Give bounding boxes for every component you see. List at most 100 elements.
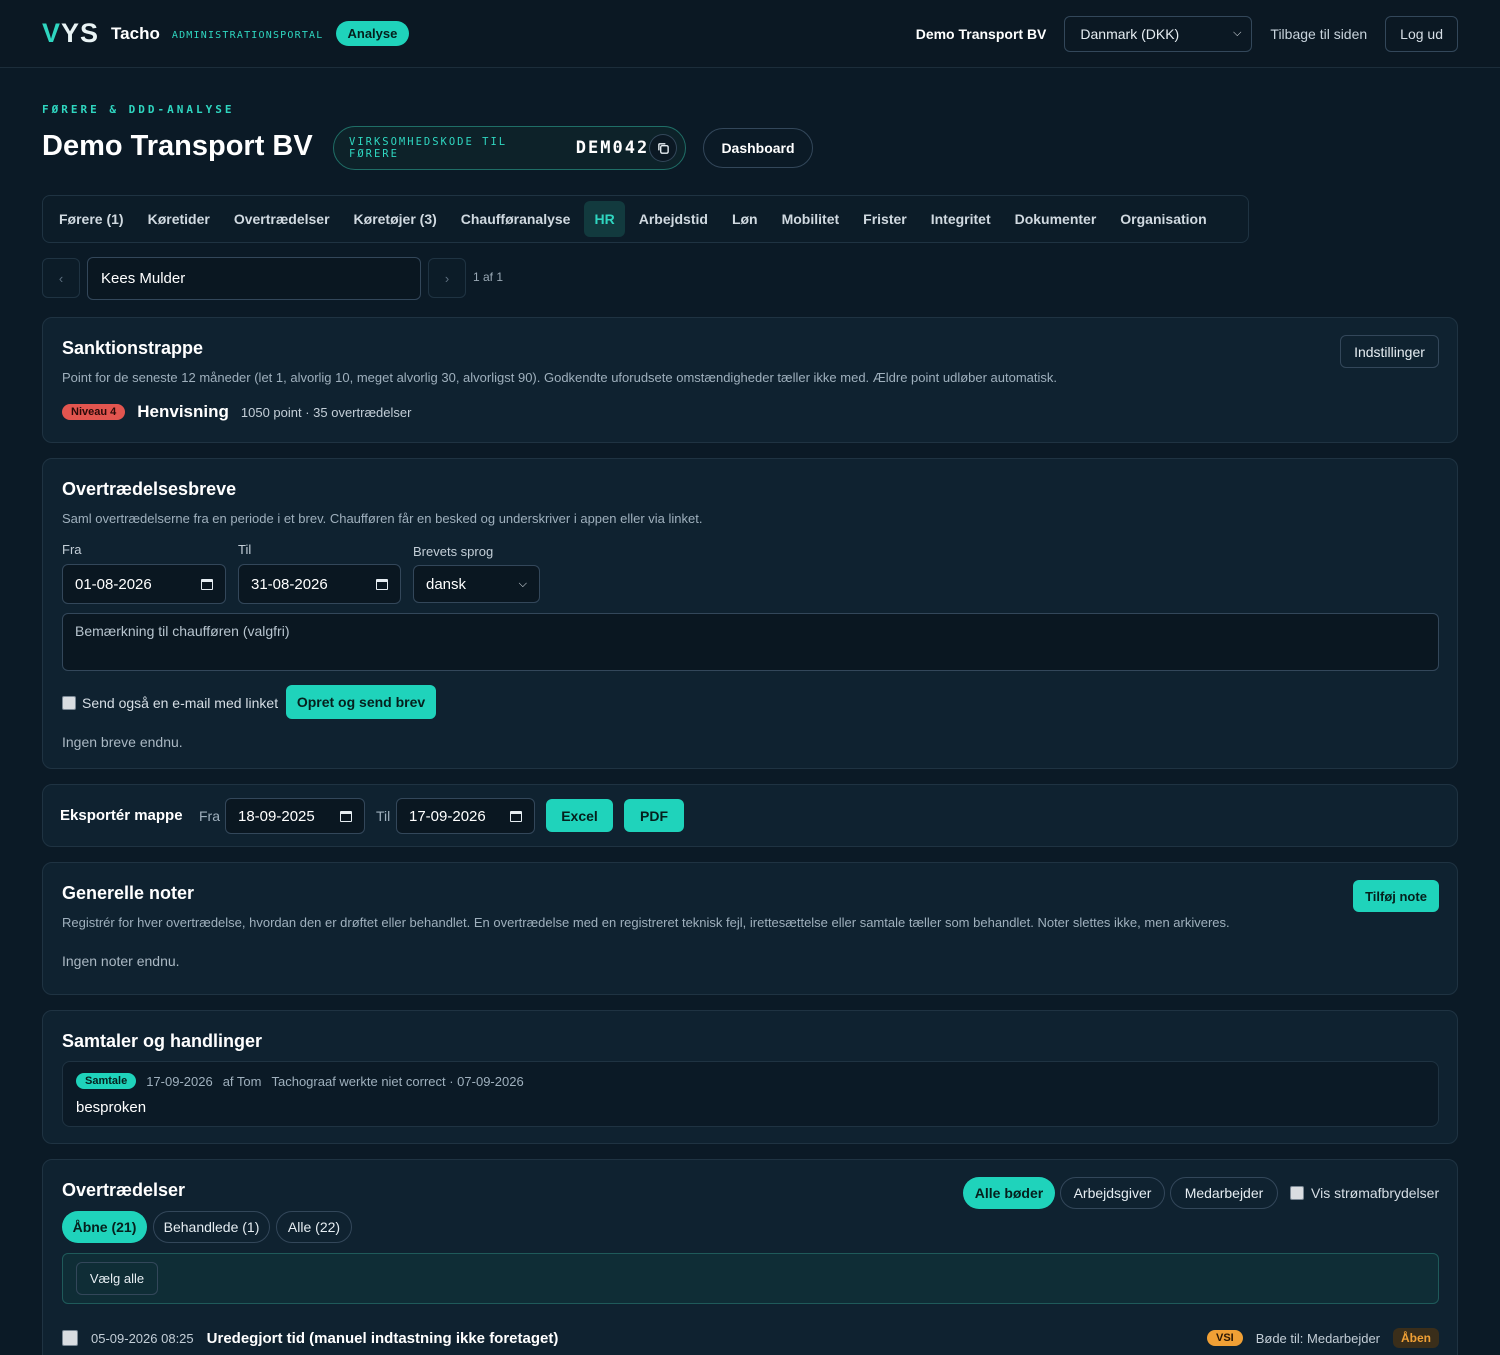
export-to-value: 17-09-2026 [409,807,486,825]
tab-overtraedelser[interactable]: Overtrædelser [224,201,340,237]
chevron-right-icon: › [444,270,450,286]
logo[interactable]: V YS Tacho ADMINISTRATIONSPORTAL [42,18,324,49]
status-badge: Åben [1393,1328,1439,1348]
tab-hr[interactable]: HR [584,201,625,237]
show-power-label[interactable]: Vis strømafbrydelser [1311,1185,1439,1201]
show-power-checkbox[interactable] [1290,1186,1304,1200]
conversation-type-badge: Samtale [76,1073,137,1089]
tab-open[interactable]: Åbne (21) [62,1211,147,1243]
notes-empty-text: Ingen noter endnu. [62,953,180,969]
pdf-button[interactable]: PDF [624,799,684,832]
section-eyebrow: FØRERE & DDD-ANALYSE [42,103,235,116]
next-driver-button[interactable]: › [428,258,466,298]
calendar-icon[interactable] [201,578,213,590]
top-bar: V YS Tacho ADMINISTRATIONSPORTAL Analyse … [0,0,1500,68]
create-letter-button[interactable]: Opret og send brev [286,685,436,719]
logo-mark-v: V [42,18,62,48]
export-from-label: Fra [199,808,220,824]
export-from-input[interactable]: 18-09-2025 [225,798,365,834]
filter-employee[interactable]: Medarbejder [1170,1177,1278,1209]
conversation-subject: Tachograaf werkte niet correct · 07-09-2… [271,1073,524,1089]
violation-checkbox[interactable] [62,1330,78,1346]
excel-button[interactable]: Excel [546,799,613,832]
tab-forere[interactable]: Førere (1) [49,201,134,237]
conversation-text: besproken [76,1099,147,1116]
app-subtitle: ADMINISTRATIONSPORTAL [171,30,324,41]
tab-koretojer[interactable]: Køretøjer (3) [344,201,447,237]
to-date-input[interactable]: 31-08-2026 [238,564,401,604]
add-note-button[interactable]: Tilføj note [1353,880,1439,912]
tab-integritet[interactable]: Integritet [921,201,1001,237]
tab-lon[interactable]: Løn [722,201,768,237]
conversation-item[interactable]: Samtale 17-09-2026 af Tom Tachograaf wer… [62,1061,1439,1127]
tab-arbejdstid[interactable]: Arbejdstid [629,201,718,237]
letters-card: Overtrædelsesbreve Saml overtrædelserne … [42,458,1458,769]
level-name: Henvisning [137,402,229,421]
dashboard-button[interactable]: Dashboard [703,128,813,168]
sanction-level-row: Niveau 4 Henvisning 1050 point · 35 over… [62,402,411,422]
conversations-title: Samtaler og handlinger [62,1031,263,1051]
driver-select[interactable]: Kees Mulder [87,257,421,300]
letters-title: Overtrædelsesbreve [62,479,237,499]
driver-pager: 1 af 1 [473,270,504,284]
letters-empty-text: Ingen breve endnu. [62,734,183,750]
filter-all-fines[interactable]: Alle bøder [963,1177,1055,1209]
page-title: Demo Transport BV [42,130,313,162]
violations-title: Overtrædelser [62,1180,186,1200]
language-select[interactable]: dansk ⌵ [413,565,540,603]
conversation-meta: Samtale 17-09-2026 af Tom Tachograaf wer… [76,1073,524,1089]
company-name: Demo Transport BV [915,25,1047,42]
calendar-icon[interactable] [510,810,522,822]
tab-all[interactable]: Alle (22) [276,1211,352,1243]
export-to-label: Til [376,808,391,824]
violation-row[interactable]: 05-09-2026 08:25 Uredegjort tid (manuel … [62,1327,1439,1349]
tab-handled[interactable]: Behandlede (1) [153,1211,270,1243]
copy-button[interactable] [649,134,677,162]
from-date-value: 01-08-2026 [75,575,152,593]
prev-driver-button[interactable]: ‹ [42,258,80,298]
select-all-button[interactable]: Vælg alle [76,1262,158,1295]
logo-mark-ys: YS [61,18,100,48]
calendar-icon[interactable] [376,578,388,590]
calendar-icon[interactable] [340,810,352,822]
conversation-date: 17-09-2026 [146,1073,213,1089]
tab-frister[interactable]: Frister [853,201,917,237]
conversation-author: af Tom [222,1073,262,1089]
violation-title: Uredegjort tid (manuel indtastning ikke … [206,1329,559,1347]
region-select[interactable]: Danmark (DKK) ⌵ [1064,15,1253,52]
tab-dokumenter[interactable]: Dokumenter [1005,201,1107,237]
chevron-down-icon: ⌵ [1233,27,1242,39]
back-link[interactable]: Tilbage til siden [1270,26,1367,42]
note-textarea[interactable]: Bemærkning til chaufføren (valgfri) [62,613,1439,671]
notes-description: Registrér for hver overtrædelse, hvordan… [62,915,1230,930]
email-checkbox[interactable] [62,696,76,710]
conversations-card: Samtaler og handlinger Samtale 17-09-202… [42,1010,1458,1144]
settings-button[interactable]: Indstillinger [1340,335,1439,368]
tab-koretider[interactable]: Køretider [138,201,220,237]
tab-chaufforanalyse[interactable]: Chaufføranalyse [451,201,581,237]
from-date-input[interactable]: 01-08-2026 [62,564,226,604]
region-select-value: Danmark (DKK) [1080,25,1180,42]
notes-card: Generelle noter Registrér for hver overt… [42,862,1458,995]
logout-button[interactable]: Log ud [1385,15,1458,52]
chevron-left-icon: ‹ [58,270,64,286]
export-title: Eksportér mappe [60,807,183,824]
to-date-value: 31-08-2026 [251,575,328,593]
tab-mobilitet[interactable]: Mobilitet [772,201,850,237]
export-from-value: 18-09-2025 [238,807,315,825]
show-power-row: Vis strømafbrydelser [1290,1185,1439,1201]
bulk-action-bar: Vælg alle [62,1253,1439,1304]
tab-organisation[interactable]: Organisation [1110,201,1216,237]
severity-badge: VSI [1206,1330,1243,1346]
language-value: dansk [426,575,467,593]
export-to-input[interactable]: 17-09-2026 [396,798,535,834]
main-tabs: Førere (1) Køretider Overtrædelser Køret… [42,195,1249,243]
copy-icon [657,142,669,154]
company-code-value: DEM042 [575,138,650,158]
level-summary: 1050 point · 35 overtrædelser [240,404,412,420]
filter-employer[interactable]: Arbejdsgiver [1060,1177,1165,1209]
letters-description: Saml overtrædelserne fra en periode i et… [62,511,703,526]
email-checkbox-label[interactable]: Send også en e-mail med linket [82,695,278,711]
email-checkbox-row: Send også en e-mail med linket [62,695,278,711]
sanction-card: Sanktionstrappe Point for de seneste 12 … [42,317,1458,443]
